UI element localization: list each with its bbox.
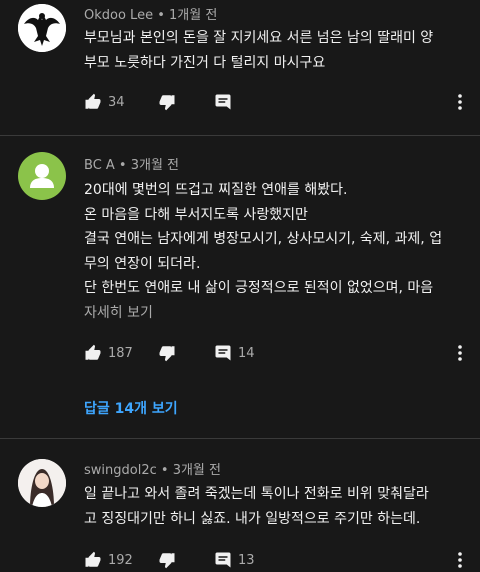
comment-actions: 34 [84,90,464,114]
comment-actions: 187 14 [84,341,464,365]
comment-actions: 192 13 [84,548,464,572]
like-button[interactable]: 192 [84,548,133,572]
dislike-button[interactable] [158,341,176,365]
read-more-link[interactable]: 자세히 보기 [84,301,464,326]
comment-time[interactable]: 1개월 전 [169,8,217,23]
like-button[interactable]: 187 [84,341,133,365]
reply-button[interactable] [214,90,232,114]
default-user-icon [30,164,54,188]
comment-time[interactable]: 3개월 전 [131,158,179,173]
profile-photo-icon [18,459,66,507]
comment-time[interactable]: 3개월 전 [173,463,221,478]
thumbs-down-icon [159,346,175,362]
thumbs-down-icon [159,553,175,569]
more-options-icon[interactable] [458,94,462,110]
like-count: 34 [108,94,125,110]
more-options-icon[interactable] [458,552,462,568]
thumbs-up-icon [85,551,101,567]
author-name[interactable]: BC A [84,158,115,173]
comment-1: Okdoo Lee • 1개월 전 부모님과 본인의 돈을 잘 지키세요 서른 … [0,0,480,135]
more-options-icon[interactable] [458,345,462,361]
avatar-bc-a[interactable] [18,152,66,200]
avatar-swingdol2c[interactable] [18,459,66,507]
reply-count: 14 [238,345,255,361]
reply-button[interactable]: 13 [214,548,255,572]
dislike-button[interactable] [158,548,176,572]
like-button[interactable]: 34 [84,90,125,114]
author-name[interactable]: swingdol2c [84,463,157,478]
comment-2: BC A • 3개월 전 20대에 몇번의 뜨겁고 찌질한 연애를 해봤다. 온… [0,136,480,438]
dislike-button[interactable] [158,90,176,114]
reply-button[interactable]: 14 [214,341,255,365]
thumbs-down-icon [159,95,175,111]
comment-3: swingdol2c • 3개월 전 일 끝나고 와서 졸려 죽겠는데 톡이나 … [0,439,480,569]
comment-meta: Okdoo Lee • 1개월 전 [84,8,218,23]
comment-text: 20대에 몇번의 뜨겁고 찌질한 연애를 해봤다. 온 마음을 다해 부서지도록… [84,178,464,325]
thumbs-up-icon [85,93,101,109]
view-replies-button[interactable]: 답글 14개 보기 [84,398,178,418]
avatar-okdoo-lee[interactable] [18,4,66,52]
like-count: 187 [108,345,133,361]
comment-meta: BC A • 3개월 전 [84,158,180,173]
thumbs-up-icon [85,344,101,360]
comment-text: 부모님과 본인의 돈을 잘 지키세요 서른 넘은 남의 딸래미 양 부모 노릇하… [84,30,434,71]
reply-comment-icon [215,345,231,361]
comment-meta: swingdol2c • 3개월 전 [84,463,221,478]
author-name[interactable]: Okdoo Lee [84,8,153,23]
reply-comment-icon [215,552,231,568]
like-count: 192 [108,552,133,568]
comment-text: 일 끝나고 와서 졸려 죽겠는데 톡이나 전화로 비위 맞춰달라 고 징징대기만… [84,486,429,527]
reply-comment-icon [215,94,231,110]
reply-count: 13 [238,552,255,568]
eagle-logo-icon [18,4,66,52]
